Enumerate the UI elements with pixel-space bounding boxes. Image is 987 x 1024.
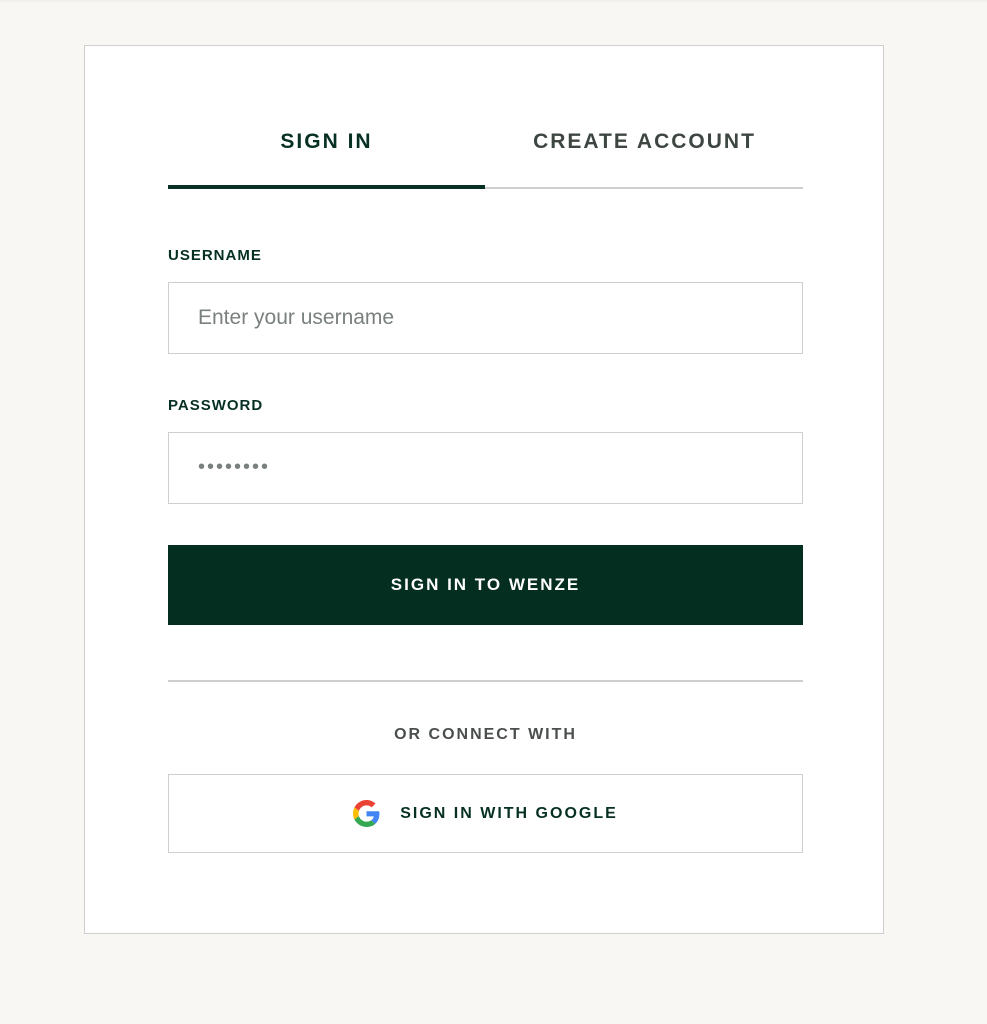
section-divider bbox=[168, 680, 803, 682]
auth-tabs: SIGN IN CREATE ACCOUNT bbox=[168, 46, 803, 189]
top-border bbox=[0, 0, 987, 2]
tab-sign-in[interactable]: SIGN IN bbox=[168, 130, 485, 154]
tab-create-account[interactable]: CREATE ACCOUNT bbox=[486, 130, 803, 154]
google-sign-in-button[interactable]: SIGN IN WITH GOOGLE bbox=[168, 774, 803, 853]
google-button-label: SIGN IN WITH GOOGLE bbox=[400, 804, 618, 822]
username-input[interactable] bbox=[168, 282, 803, 354]
auth-card: SIGN IN CREATE ACCOUNT USERNAME PASSWORD… bbox=[84, 45, 884, 934]
google-icon bbox=[353, 800, 380, 827]
active-tab-indicator bbox=[168, 185, 485, 189]
password-input[interactable]: •••••••• bbox=[168, 432, 803, 504]
username-label: USERNAME bbox=[168, 247, 262, 264]
connect-with-label: OR CONNECT WITH bbox=[394, 726, 577, 743]
password-label: PASSWORD bbox=[168, 397, 264, 414]
sign-in-submit-button[interactable]: SIGN IN TO WENZE bbox=[168, 545, 803, 625]
